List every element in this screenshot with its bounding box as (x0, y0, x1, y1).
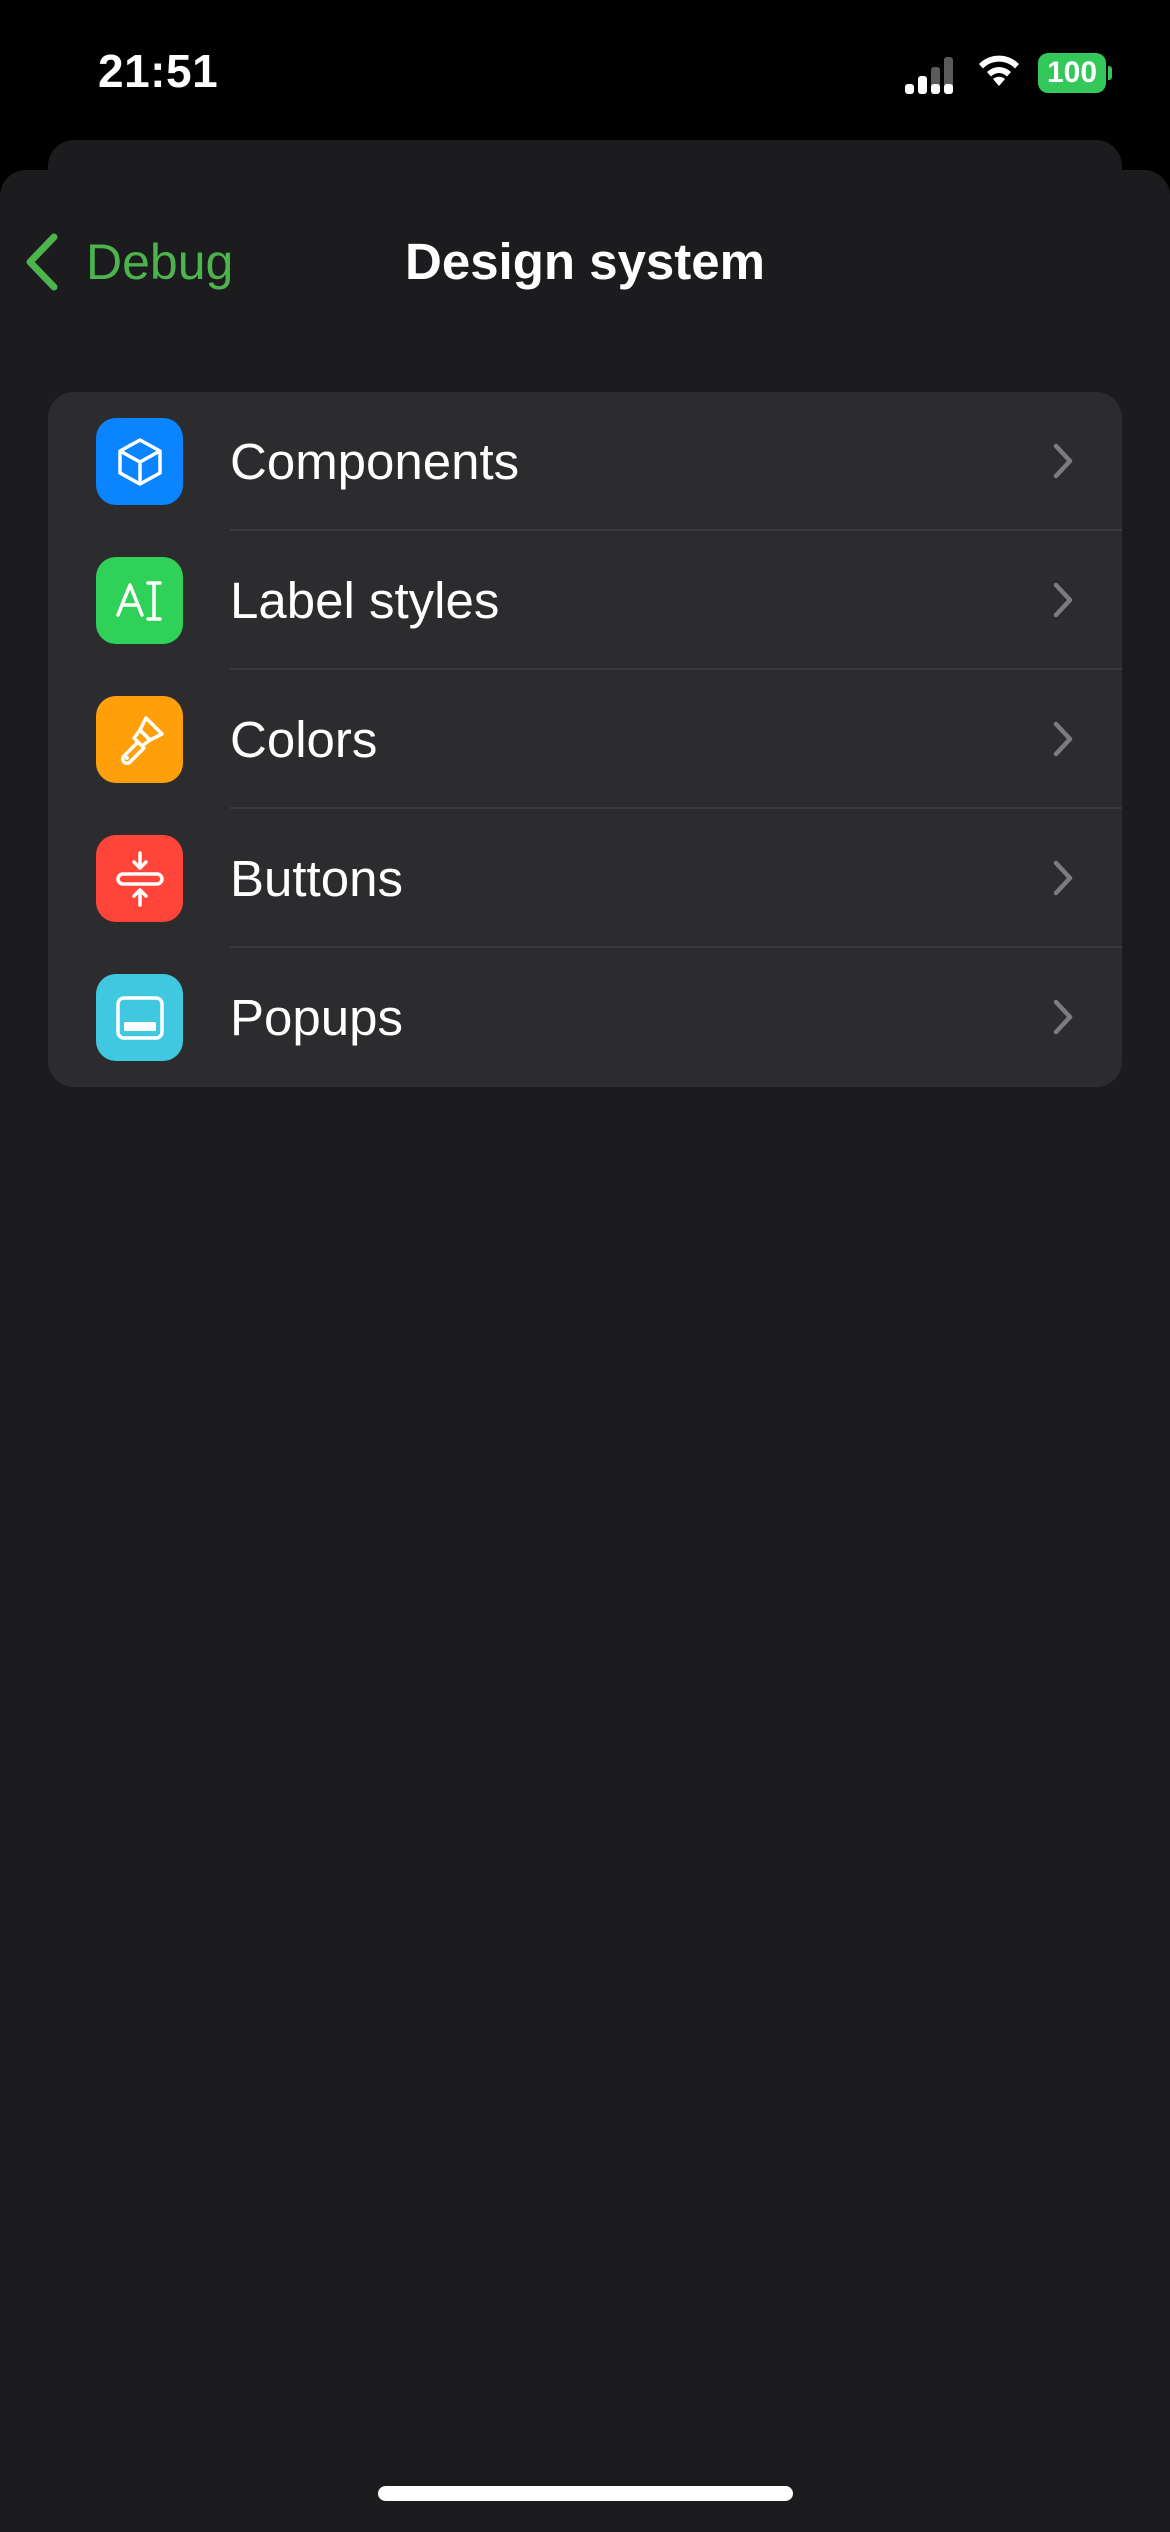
chevron-right-icon (1053, 582, 1073, 618)
battery-tip (1108, 66, 1112, 80)
bottom-sheet-icon (96, 974, 183, 1061)
wifi-icon (979, 55, 1019, 86)
list-item-label: Components (230, 433, 520, 490)
chevron-right-icon (1053, 860, 1073, 896)
navigation-bar: Design system Debug (0, 170, 1170, 340)
list-item-buttons[interactable]: Buttons (48, 809, 1122, 948)
button-compress-icon (96, 835, 183, 922)
modal-sheet: Design system Debug Components Label sty… (0, 170, 1170, 2532)
chevron-left-icon (26, 233, 58, 291)
home-indicator[interactable] (378, 2486, 793, 2501)
back-button[interactable]: Debug (22, 222, 233, 302)
status-time: 21:51 (98, 45, 219, 97)
chevron-right-icon (1053, 721, 1073, 757)
screen: 21:51 100 Design system Debug Components… (0, 0, 1170, 2532)
text-cursor-icon (96, 557, 183, 644)
list-item-popups[interactable]: Popups (48, 948, 1122, 1087)
list-item-label: Label styles (230, 572, 500, 629)
list-item-label: Popups (230, 989, 403, 1046)
cellular-signal-icon (905, 57, 953, 94)
paintbrush-icon (96, 696, 183, 783)
list-item-label: Buttons (230, 850, 403, 907)
status-bar: 21:51 100 (0, 0, 1170, 150)
list-item-colors[interactable]: Colors (48, 670, 1122, 809)
cube-icon (96, 418, 183, 505)
chevron-right-icon (1053, 999, 1073, 1035)
back-button-label: Debug (86, 234, 234, 290)
list-item-label-styles[interactable]: Label styles (48, 531, 1122, 670)
battery-indicator: 100 (1038, 53, 1112, 93)
design-system-list: Components Label styles Colors Buttons P… (48, 392, 1122, 1087)
list-item-components[interactable]: Components (48, 392, 1122, 531)
battery-level: 100 (1038, 53, 1106, 93)
chevron-right-icon (1053, 443, 1073, 479)
list-item-label: Colors (230, 711, 378, 768)
